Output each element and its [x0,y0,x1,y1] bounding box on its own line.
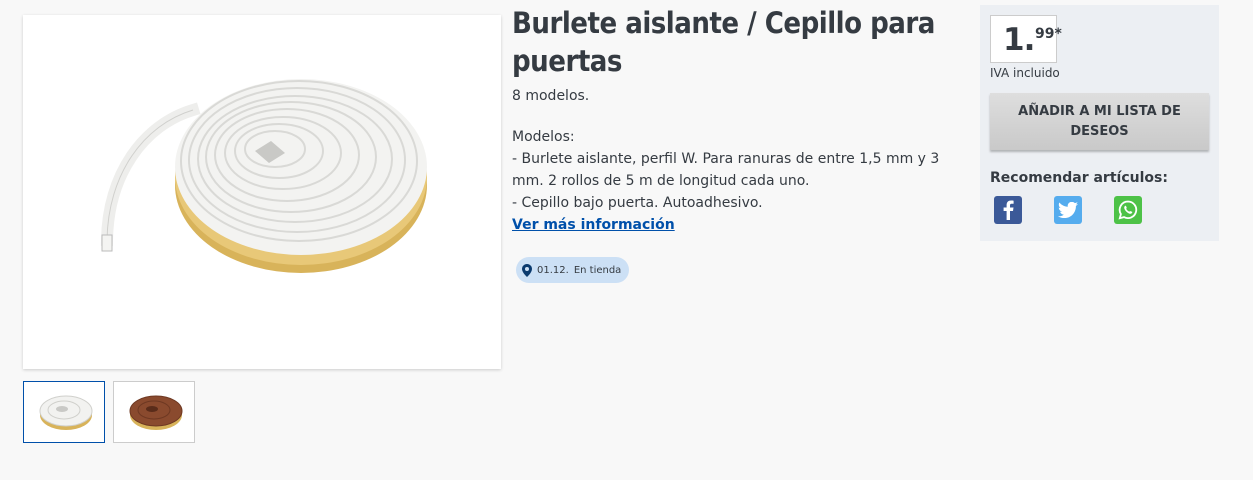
facebook-share-button[interactable] [994,196,1022,224]
models-count: 8 modelos. [512,88,590,104]
purchase-sidebar: 1. 99* IVA incluido AÑADIR A MI LISTA DE… [980,5,1219,241]
thumbnail-brown-roll[interactable] [113,381,195,443]
description-line: - Burlete aislante, perfil W. Para ranur… [512,151,940,189]
whatsapp-icon [1118,200,1138,220]
recommend-label: Recomendar artículos: [990,170,1168,186]
twitter-icon [1058,202,1078,218]
seal-roll-illustration [100,79,427,273]
brown-roll-thumb-image [129,395,183,430]
price-cents: 99* [1035,26,1062,42]
product-title: Burlete aislante / Cepillo para puertas [512,6,935,78]
availability-date: 01.12. [537,264,569,276]
more-info-link[interactable]: Ver más información [512,217,675,233]
vat-note: IVA incluido [990,66,1060,80]
description-line: - Cepillo bajo puerta. Autoadhesivo. [512,195,763,211]
facebook-icon [1003,200,1014,220]
availability-badge: 01.12. En tienda [516,257,630,283]
add-to-wishlist-button[interactable]: AÑADIR A MI LISTA DE DESEOS [990,93,1209,150]
price-integer: 1. [1003,22,1035,58]
product-description: Modelos: - Burlete aislante, perfil W. P… [512,126,962,236]
map-pin-icon [522,263,532,277]
availability-label: En tienda [573,264,622,276]
product-main-image[interactable] [23,15,501,369]
description-heading: Modelos: [512,129,575,145]
thumbnail-white-roll[interactable] [23,381,105,443]
whatsapp-share-button[interactable] [1114,196,1142,224]
twitter-share-button[interactable] [1054,196,1082,224]
price-box: 1. 99* [990,15,1062,63]
white-roll-thumb-image [39,395,93,430]
